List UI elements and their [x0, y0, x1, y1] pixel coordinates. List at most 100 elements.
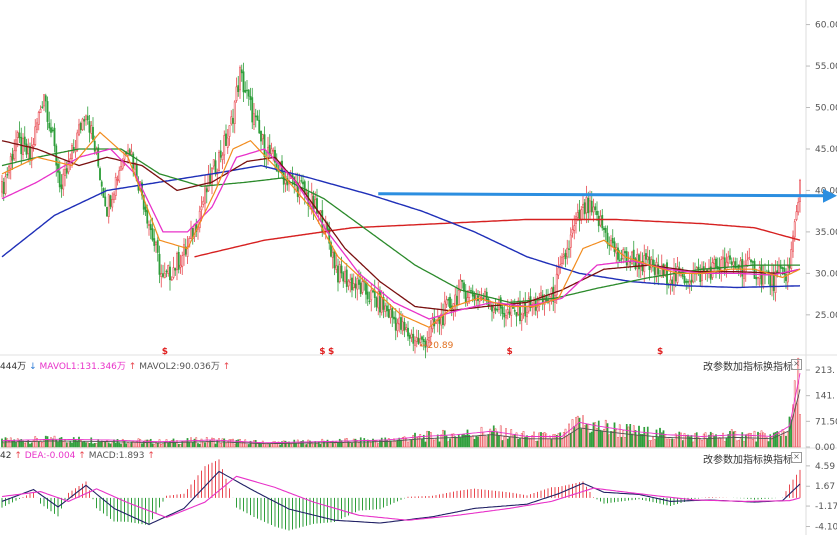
volume-bar	[177, 443, 180, 448]
volume-bar	[25, 441, 28, 448]
volume-bar	[694, 433, 696, 448]
volume-bar	[508, 436, 511, 448]
volume-bar	[120, 443, 122, 448]
ma10-line	[1, 131, 801, 329]
dif-value: 42	[0, 451, 12, 461]
candle-body	[727, 256, 730, 264]
candle-body	[335, 265, 338, 270]
volume-bar	[30, 442, 33, 448]
candle-body	[713, 259, 716, 264]
candle-body	[729, 255, 731, 260]
candle-body	[386, 305, 388, 312]
candle-body	[118, 170, 121, 182]
candle-body	[225, 133, 227, 146]
volume-bar	[169, 440, 171, 448]
candle-body	[564, 252, 567, 260]
volume-bar	[779, 435, 782, 448]
volume-bar	[501, 440, 504, 448]
volume-bar	[475, 435, 478, 448]
volume-bar	[793, 380, 796, 448]
volume-bar	[785, 435, 787, 448]
candle-body	[596, 210, 598, 216]
candle-body	[687, 280, 689, 283]
candle-body	[88, 121, 91, 133]
volume-bar	[93, 443, 96, 448]
volume-bar	[260, 443, 262, 448]
volume-bar	[725, 437, 728, 448]
volume-bar	[576, 415, 579, 448]
volume-bar	[207, 441, 210, 448]
candle-body	[251, 97, 254, 123]
volume-bar	[428, 431, 430, 448]
candle-body	[246, 89, 248, 92]
macd-change-params-button[interactable]: 改参数	[703, 451, 733, 466]
volume-bar	[753, 430, 756, 448]
volume-bar	[436, 434, 439, 448]
volume-bar	[421, 438, 423, 448]
candle-body	[447, 299, 450, 301]
candle-body	[114, 176, 117, 196]
candle-body	[720, 259, 723, 272]
volume-bar	[604, 419, 607, 448]
low-price-label: ←20.89	[420, 341, 454, 351]
macd-switch-indicator-button[interactable]: 换指标	[763, 451, 793, 466]
volume-switch-indicator-button[interactable]: 换指标	[763, 358, 793, 373]
candle-body	[181, 255, 184, 267]
price-tick-label: 55.00	[815, 62, 837, 72]
macd-add-indicator-button[interactable]: 加指标	[733, 451, 763, 466]
candle-body	[344, 271, 346, 283]
candle-body	[60, 184, 63, 190]
volume-bar	[557, 433, 560, 448]
candle-body	[690, 279, 693, 283]
volume-bar	[687, 434, 689, 448]
macd-close-icon[interactable]: ×	[791, 452, 802, 463]
volume-bar	[459, 437, 462, 448]
volume-bar	[786, 431, 789, 448]
candle-body	[261, 134, 264, 140]
ma250-line	[194, 218, 801, 258]
candle-body	[772, 272, 775, 291]
candle-body	[757, 276, 759, 279]
macd-legend: 42 ↑ DEA:-0.004 ↑ MACD:1.893 ↑	[0, 451, 155, 461]
candle-body	[429, 326, 432, 338]
candle-body	[365, 282, 367, 295]
volume-bar	[23, 442, 26, 448]
volume-bar	[503, 436, 506, 448]
volume-bar	[433, 439, 436, 448]
candle-body	[359, 282, 362, 295]
volume-bar	[771, 436, 773, 448]
candle-body	[254, 115, 257, 118]
candle-body	[394, 317, 397, 331]
candle-body	[240, 69, 243, 74]
volume-bar	[114, 442, 117, 448]
candle-body	[349, 279, 352, 283]
volume-bar	[664, 434, 667, 448]
macd-up-arrow-icon: ↑	[147, 451, 155, 461]
candle-body	[613, 241, 616, 252]
volume-bar	[95, 443, 98, 448]
volume-bar	[704, 432, 707, 448]
candle-body	[459, 279, 462, 290]
volume-bar	[233, 443, 236, 448]
volume-bar	[2, 442, 5, 448]
volume-bar	[258, 443, 261, 448]
candle-body	[37, 112, 40, 125]
candle-body	[86, 115, 89, 121]
volume-bar	[417, 436, 420, 448]
volume-add-indicator-button[interactable]: 加指标	[733, 358, 763, 373]
volume-bar	[639, 433, 642, 448]
candle-body	[32, 144, 35, 148]
stock-chart-canvas: 60.0055.0050.0045.0040.0035.0030.0025.00…	[0, 0, 837, 535]
candle-body	[393, 316, 395, 320]
candle-body	[540, 292, 542, 297]
volume-bar	[701, 440, 703, 448]
candle-body	[2, 181, 5, 195]
volume-bar	[529, 438, 532, 448]
volume-bar	[653, 439, 656, 448]
volume-bar	[18, 439, 21, 448]
volume-bar	[706, 438, 709, 448]
candle-body	[711, 262, 714, 278]
volume-change-params-button[interactable]: 改参数	[703, 358, 733, 373]
volume-close-icon[interactable]: ×	[791, 359, 802, 370]
volume-bar	[660, 432, 663, 448]
